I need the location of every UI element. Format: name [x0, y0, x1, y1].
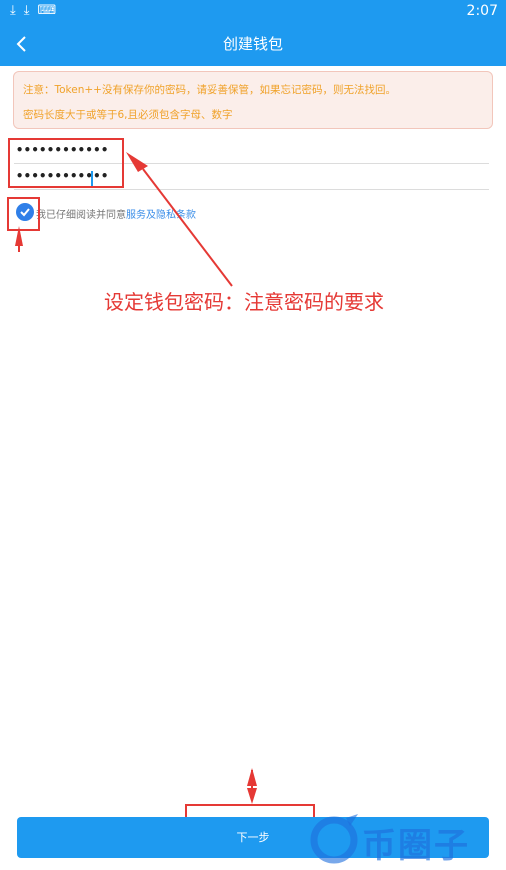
status-time: 2:07 [466, 3, 498, 19]
annotation-box-password [8, 138, 124, 188]
watermark: 币圈子 [306, 806, 506, 870]
notice-line-2: 密码长度大于或等于6,且必须包含字母、数字 [23, 109, 233, 121]
agreement-prefix: 我已仔细阅读并同意 [36, 210, 126, 221]
notice-line-1: 注意：Token++没有保存你的密码，请妥善保管，如果忘记密码，则无法找回。 [23, 84, 396, 96]
create-wallet-screen: ⤓ ⤓ ⌨ 2:07 创建钱包 注意：Token++没有保存你的密码，请妥善保管… [0, 0, 506, 870]
annotation-box-checkbox [7, 197, 40, 231]
terms-link[interactable]: 服务及隐私条款 [126, 210, 196, 221]
download-icon: ⤓ [10, 3, 16, 18]
watermark-logo [310, 814, 358, 864]
download-icon: ⤓ [23, 3, 30, 18]
watermark-text: 币圈子 [362, 826, 470, 866]
agreement-text: 我已仔细阅读并同意服务及隐私条款 [36, 206, 196, 221]
page-title: 创建钱包 [222, 35, 283, 53]
arrow-head-next-top [247, 768, 257, 786]
keyboard-icon: ⌨ [37, 3, 57, 18]
annotation-arrows [15, 152, 257, 804]
status-bar: ⤓ ⤓ ⌨ 2:07 [0, 0, 506, 22]
status-icons: ⤓ ⤓ ⌨ [10, 3, 56, 19]
app-bar: 创建钱包 [0, 22, 506, 66]
password-notice: 注意：Token++没有保存你的密码，请妥善保管，如果忘记密码，则无法找回。 密… [13, 71, 493, 129]
arrow-head-next-bottom [247, 788, 257, 804]
annotation-text: 设定钱包密码：注意密码的要求 [104, 290, 384, 314]
